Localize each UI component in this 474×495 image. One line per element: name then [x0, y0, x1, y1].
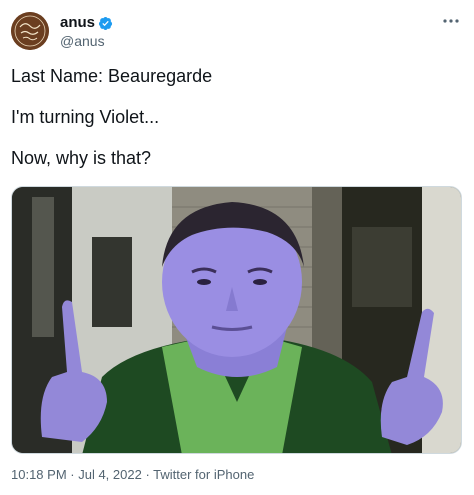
display-name[interactable]: anus [60, 14, 95, 32]
tweet-header: anus @anus [11, 12, 463, 52]
author-names: anus @anus [60, 14, 113, 50]
tweet-date[interactable]: Jul 4, 2022 [78, 467, 142, 482]
tweet-line: Last Name: Beauregarde [11, 66, 213, 86]
more-options-icon[interactable] [441, 16, 461, 26]
tweet-meta: 10:18 PM · Jul 4, 2022 · Twitter for iPh… [11, 467, 254, 482]
display-name-row[interactable]: anus [60, 14, 113, 32]
tweet-image[interactable] [11, 186, 462, 454]
tweet-text: Last Name: Beauregarde I'm turning Viole… [11, 64, 463, 187]
avatar[interactable] [11, 12, 49, 50]
avatar-logo [11, 12, 49, 50]
meta-separator: · [66, 467, 79, 482]
tweet-source[interactable]: Twitter for iPhone [153, 467, 254, 482]
handle[interactable]: @anus [60, 32, 113, 50]
tweet-line: Now, why is that? [11, 148, 152, 168]
tweet-line: I'm turning Violet... [11, 107, 160, 127]
meta-separator: · [141, 467, 154, 482]
verified-badge-icon [98, 16, 113, 30]
tweet-time[interactable]: 10:18 PM [11, 467, 67, 482]
meme-photo [12, 187, 461, 453]
